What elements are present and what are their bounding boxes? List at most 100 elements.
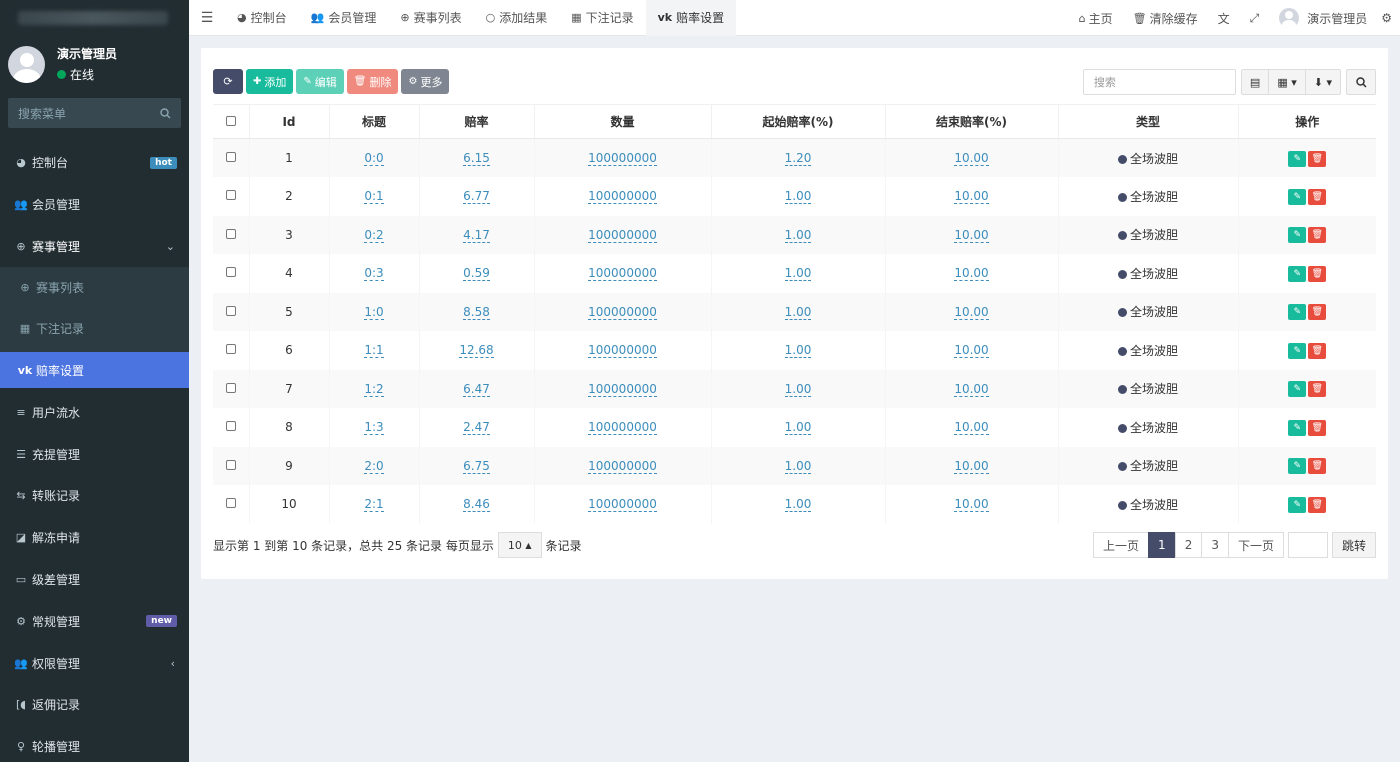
advanced-search-button[interactable] [1346,69,1376,95]
table-row[interactable]: 4 0:3 0.59 100000000 1.00 10.00 全场波胆 ✎ 🗑 [213,254,1376,293]
odds-editable[interactable]: 4.17 [463,227,490,243]
columns-button[interactable]: ▦ ▾ [1268,69,1306,95]
row-checkbox[interactable] [225,498,236,509]
jump-button[interactable]: 跳转 [1331,532,1376,558]
start-odds-editable[interactable]: 1.00 [784,343,812,359]
prev-page-button[interactable]: 上一页 [1093,532,1150,558]
end-odds-editable[interactable]: 10.00 [954,189,989,205]
odds-editable[interactable]: 8.58 [463,304,490,320]
end-odds-editable[interactable]: 10.00 [954,227,989,243]
end-odds-editable[interactable]: 10.00 [954,458,989,474]
title-editable[interactable]: 1:1 [364,343,384,359]
table-row[interactable]: 7 1:2 6.47 100000000 1.00 10.00 全场波胆 ✎ 🗑 [213,369,1376,408]
row-checkbox[interactable] [225,382,236,393]
row-edit-button[interactable]: ✎ [1288,150,1307,167]
home-link[interactable]: ⌂ 主页 [1069,0,1123,36]
more-button[interactable]: ⚙ 更多 [401,69,450,94]
title-editable[interactable]: 1:3 [364,420,384,436]
start-odds-editable[interactable]: 1.00 [784,420,812,436]
row-checkbox[interactable] [225,152,236,162]
quantity-editable[interactable]: 100000000 [588,343,657,359]
column-header[interactable]: Id [248,104,329,139]
row-edit-button[interactable]: ✎ [1288,188,1307,205]
sidebar-item-carousel[interactable]: ♀ 轮播管理 [0,726,189,762]
row-edit-button[interactable]: ✎ [1288,419,1307,436]
sidebar-item-deposit-withdraw[interactable]: ☰ 充提管理 [0,433,189,475]
page-button-3[interactable]: 3 [1201,532,1229,558]
start-odds-editable[interactable]: 1.20 [784,151,812,166]
fullscreen-button[interactable]: ⤢ [1240,0,1270,36]
language-button[interactable]: 文 [1208,0,1240,36]
title-editable[interactable]: 1:0 [364,304,384,320]
row-edit-button[interactable]: ✎ [1288,227,1307,244]
quantity-editable[interactable]: 100000000 [588,381,657,397]
row-checkbox[interactable] [225,459,236,470]
start-odds-editable[interactable]: 1.00 [784,266,812,282]
row-delete-button[interactable]: 🗑 [1308,496,1327,513]
start-odds-editable[interactable]: 1.00 [784,381,812,397]
row-edit-button[interactable]: ✎ [1288,381,1307,398]
quantity-editable[interactable]: 100000000 [588,458,657,474]
odds-editable[interactable]: 6.77 [463,189,490,205]
end-odds-editable[interactable]: 10.00 [954,266,989,282]
odds-editable[interactable]: 0.59 [463,266,490,282]
page-size-select[interactable]: 10 ▲ [497,532,542,558]
jump-page-input[interactable] [1287,532,1328,558]
column-header[interactable]: 数量 [533,104,711,139]
table-row[interactable]: 10 2:1 8.46 100000000 1.00 10.00 全场波胆 ✎ 🗑 [213,485,1376,524]
table-search-input[interactable]: 搜索 [1082,69,1236,95]
row-delete-button[interactable]: 🗑 [1308,227,1327,244]
row-checkbox[interactable] [225,267,236,278]
quantity-editable[interactable]: 100000000 [588,420,657,436]
sidebar-item-event-list[interactable]: ⊕ 赛事列表 [0,267,189,308]
end-odds-editable[interactable]: 10.00 [954,420,989,436]
quantity-editable[interactable]: 100000000 [588,189,657,205]
row-edit-button[interactable]: ✎ [1288,265,1307,282]
sidebar-item-general[interactable]: ⚙ 常规管理 new [0,600,189,642]
row-edit-button[interactable]: ✎ [1288,458,1307,475]
edit-button[interactable]: ✎ 编辑 [296,69,344,94]
row-delete-button[interactable]: 🗑 [1308,342,1327,359]
row-checkbox[interactable] [225,190,236,201]
quantity-editable[interactable]: 100000000 [588,304,657,320]
table-row[interactable]: 6 1:1 12.68 100000000 1.00 10.00 全场波胆 ✎ 🗑 [213,331,1376,370]
tab-dashboard[interactable]: ◕ 控制台 [225,0,299,36]
title-editable[interactable]: 2:1 [364,497,384,513]
tab-bet-records[interactable]: ▦ 下注记录 [559,0,645,36]
sidebar-item-level-diff[interactable]: ▭ 级差管理 [0,559,189,601]
tab-add-result[interactable]: ○ 添加结果 [474,0,560,36]
settings-button[interactable]: ⚙ [1377,0,1400,36]
next-page-button[interactable]: 下一页 [1227,532,1284,558]
column-header[interactable]: 标题 [328,104,419,139]
title-editable[interactable]: 2:0 [364,458,384,474]
odds-editable[interactable]: 2.47 [463,420,490,436]
sidebar-item-members[interactable]: 👥 会员管理 [0,184,189,226]
title-editable[interactable]: 1:2 [364,381,384,397]
sidebar-item-user-flow[interactable]: ≡ 用户流水 [0,391,189,433]
title-editable[interactable]: 0:2 [364,227,384,243]
row-delete-button[interactable]: 🗑 [1308,150,1327,167]
row-checkbox[interactable] [225,228,236,239]
end-odds-editable[interactable]: 10.00 [954,304,989,320]
table-row[interactable]: 9 2:0 6.75 100000000 1.00 10.00 全场波胆 ✎ 🗑 [213,446,1376,485]
row-checkbox[interactable] [225,344,236,355]
quantity-editable[interactable]: 100000000 [588,151,657,166]
clear-cache-button[interactable]: 🗑 清除缓存 [1123,0,1208,36]
export-button[interactable]: ⬇ ▾ [1304,69,1341,95]
quantity-editable[interactable]: 100000000 [588,227,657,243]
sidebar-item-unfreeze-requests[interactable]: ◪ 解冻申请 [0,517,189,559]
sidebar-search-input[interactable]: 搜索菜单 [8,98,181,128]
select-all-checkbox[interactable] [225,115,236,126]
start-odds-editable[interactable]: 1.00 [784,189,812,205]
quantity-editable[interactable]: 100000000 [588,266,657,282]
start-odds-editable[interactable]: 1.00 [784,304,812,320]
refresh-button[interactable]: ⟳ [213,69,243,94]
odds-editable[interactable]: 6.15 [463,151,490,166]
page-button-2[interactable]: 2 [1174,532,1203,558]
add-button[interactable]: ✚ 添加 [246,69,294,94]
sidebar-item-odds-settings[interactable]: vk 赔率设置 [0,352,189,389]
row-edit-button[interactable]: ✎ [1288,496,1307,513]
row-edit-button[interactable]: ✎ [1288,342,1307,359]
column-header[interactable]: 类型 [1057,104,1238,139]
row-delete-button[interactable]: 🗑 [1308,458,1327,475]
